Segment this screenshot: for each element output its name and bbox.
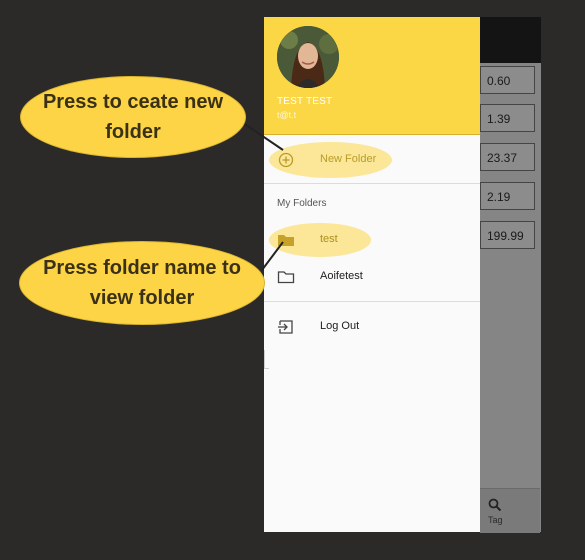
divider <box>264 183 480 184</box>
logout-icon <box>277 319 295 335</box>
price-item[interactable]: 199.99 <box>480 221 535 249</box>
logout-label: Log Out <box>320 320 360 332</box>
divider <box>264 301 480 302</box>
logout-button[interactable]: Log Out <box>264 308 480 346</box>
view-folder-callout: Press folder name to view folder <box>20 242 264 324</box>
user-email: t@t.t <box>277 110 297 120</box>
folder-outline-icon <box>277 269 295 285</box>
folder-item-label: Aoifetest <box>320 270 363 282</box>
folder-filled-icon <box>277 232 295 248</box>
avatar[interactable] <box>277 26 339 88</box>
drawer-edge <box>264 350 269 369</box>
folder-item-aoifetest[interactable]: Aoifetest <box>264 258 480 296</box>
price-item[interactable]: 23.37 <box>480 143 535 171</box>
tab-tag[interactable]: Tag <box>480 488 540 533</box>
section-title-my-folders: My Folders <box>277 198 327 209</box>
new-folder-callout-text: Press to ceate new folder <box>42 91 224 143</box>
price-item[interactable]: 0.60 <box>480 66 535 94</box>
user-name: TEST TEST <box>277 96 333 107</box>
tab-tag-label: Tag <box>488 515 503 525</box>
folder-item-label: test <box>320 233 338 245</box>
folder-item-test[interactable]: test <box>264 221 480 259</box>
new-folder-button[interactable]: New Folder <box>264 141 480 179</box>
price-item[interactable]: 1.39 <box>480 104 535 132</box>
price-item[interactable]: 2.19 <box>480 182 535 210</box>
drawer-header: TEST TEST t@t.t <box>264 17 480 135</box>
new-folder-callout: Press to ceate new folder <box>21 77 245 157</box>
plus-circle-icon <box>277 152 295 168</box>
view-folder-callout-text: Press folder name to view folder <box>43 257 241 309</box>
navigation-drawer: TEST TEST t@t.t New Folder My Folders te… <box>264 17 480 532</box>
new-folder-label: New Folder <box>320 153 377 165</box>
